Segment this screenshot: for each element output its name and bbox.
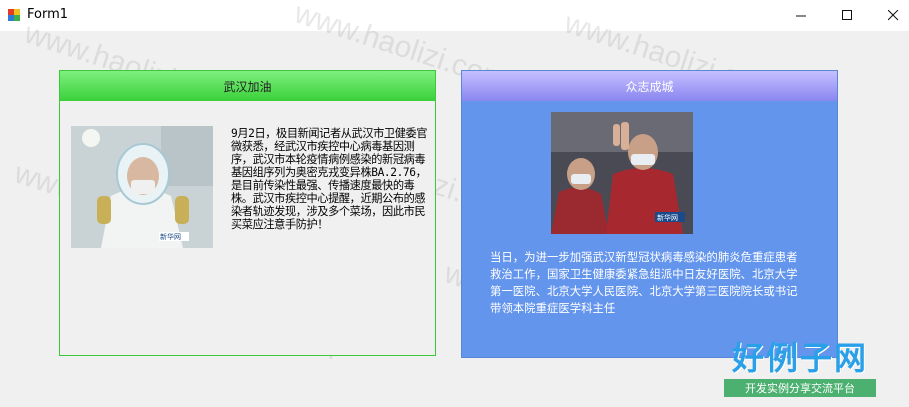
right-panel-text: 当日，为进一步加强武汉新型冠状病毒感染的肺炎危重症患者救治工作，国家卫生健康委紧… [490, 250, 798, 315]
left-panel-header: 武汉加油 [60, 71, 435, 101]
maximize-button[interactable] [824, 0, 870, 31]
photo-caption: 新华网 [657, 213, 678, 222]
minimize-button[interactable] [778, 0, 824, 31]
window-title: Form1 [27, 7, 69, 22]
left-panel: 武汉加油 新华网 9月2日，极目新闻记者从武汉市卫健委官微获悉，经武汉市疾控中心… [59, 70, 436, 356]
app-icon [8, 9, 20, 21]
title-bar: Form1 [0, 0, 909, 31]
minimize-icon [795, 15, 806, 17]
medical-worker-illustration: 新华网 [71, 126, 213, 248]
maximize-icon [841, 10, 852, 20]
medical-team-illustration: 新华网 [551, 112, 693, 234]
right-panel-header: 众志成城 [462, 71, 837, 101]
site-logo: 好例子网 [731, 339, 868, 377]
photo-caption: 新华网 [160, 232, 181, 241]
right-panel: 众志成城 新华网 当日，为进一步加强武汉新型冠状病毒感染的肺炎危重症患者救治工作… [461, 70, 838, 358]
medical-team-photo: 新华网 [551, 112, 693, 234]
left-panel-text: 9月2日，极目新闻记者从武汉市卫健委官微获悉，经武汉市疾控中心病毒基因测序，武汉… [231, 127, 428, 231]
close-icon [887, 10, 898, 21]
medical-worker-photo: 新华网 [71, 126, 213, 248]
close-button[interactable] [870, 0, 909, 31]
site-slogan: 开发实例分享交流平台 [724, 379, 876, 397]
